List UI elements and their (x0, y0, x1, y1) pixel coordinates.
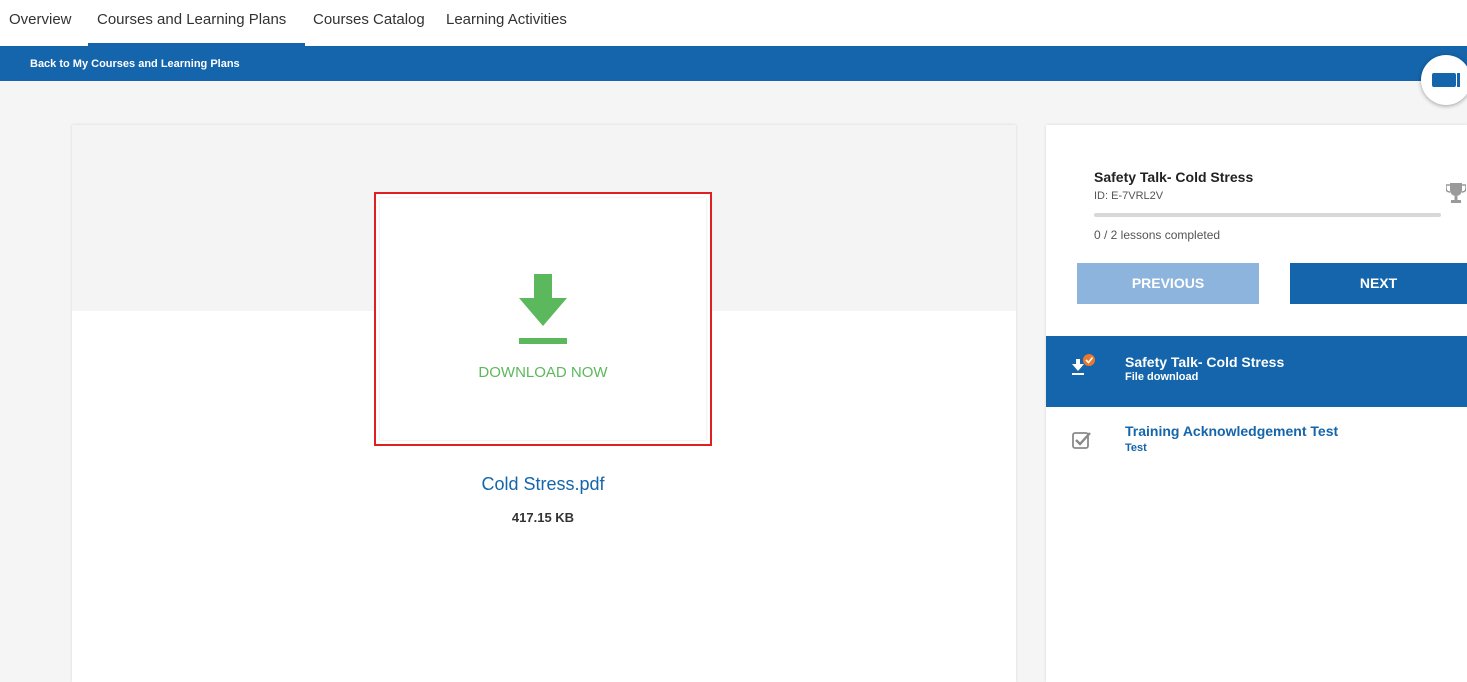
test-checkbox-icon (1072, 432, 1091, 449)
tab-courses-catalog[interactable]: Courses Catalog (313, 11, 425, 28)
lesson-title: Training Acknowledgement Test (1125, 423, 1339, 439)
sidebar-panel-icon (1432, 73, 1460, 87)
back-to-courses-link[interactable]: Back to My Courses and Learning Plans (30, 58, 240, 70)
file-name-link[interactable]: Cold Stress.pdf (374, 474, 712, 495)
lessons-completed-text: 0 / 2 lessons completed (1094, 228, 1221, 242)
top-nav-tabs: Overview Courses and Learning Plans Cour… (0, 0, 1467, 46)
download-icon (1072, 354, 1095, 375)
course-progress-bar (1094, 213, 1441, 217)
trophy-icon (1446, 183, 1466, 203)
previous-button[interactable]: PREVIOUS (1077, 263, 1259, 304)
tab-courses-and-learning-plans[interactable]: Courses and Learning Plans (97, 11, 286, 28)
lesson-item-training-acknowledgement-test[interactable]: Training Acknowledgement Test Test (1046, 407, 1467, 478)
download-tile: DOWNLOAD NOW (380, 198, 706, 440)
lesson-title: Safety Talk- Cold Stress (1125, 354, 1285, 370)
download-now-label: DOWNLOAD NOW (478, 364, 608, 381)
lesson-type: Test (1125, 442, 1147, 454)
lesson-type: File download (1125, 371, 1199, 383)
tab-learning-activities[interactable]: Learning Activities (446, 11, 567, 28)
next-button[interactable]: NEXT (1290, 263, 1467, 304)
download-arrow-icon (519, 274, 567, 344)
tab-overview[interactable]: Overview (9, 11, 72, 28)
lesson-item-safety-talk[interactable]: Safety Talk- Cold Stress File download (1046, 336, 1467, 407)
course-title: Safety Talk- Cold Stress (1094, 169, 1254, 185)
course-id: ID: E-7VRL2V (1094, 190, 1164, 202)
toggle-sidebar-button[interactable] (1421, 55, 1467, 105)
file-size: 417.15 KB (511, 510, 575, 525)
download-now-button[interactable]: DOWNLOAD NOW (374, 192, 712, 446)
